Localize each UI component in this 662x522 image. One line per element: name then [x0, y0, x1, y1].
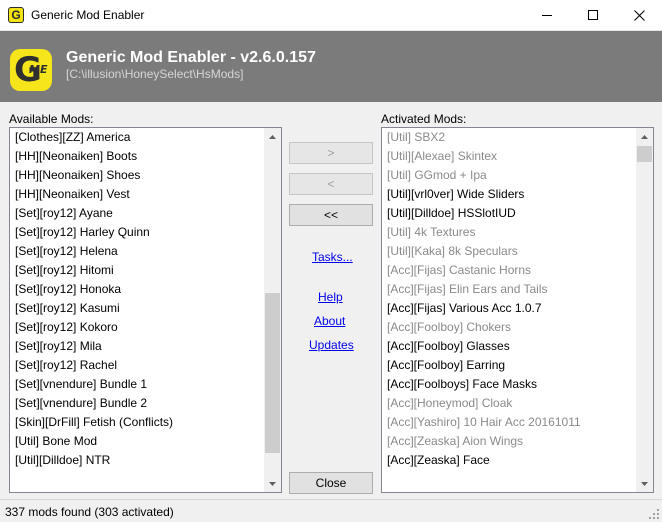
about-link[interactable]: About: [314, 314, 345, 328]
list-item[interactable]: [Set][roy12] Helena: [10, 242, 264, 261]
list-item[interactable]: [Set][roy12] Kasumi: [10, 299, 264, 318]
resize-grip-icon[interactable]: [648, 508, 660, 520]
list-item[interactable]: [Acc][Foolboys] Face Masks: [382, 375, 636, 394]
logo-sub: ME: [29, 63, 48, 76]
scroll-down-button[interactable]: [264, 475, 281, 492]
mods-path: [C:\illusion\HoneySelect\HsMods]: [66, 67, 244, 81]
list-item[interactable]: [Util][Alexae] Skintex: [382, 147, 636, 166]
updates-link[interactable]: Updates: [309, 338, 354, 352]
scroll-thumb[interactable]: [265, 293, 280, 453]
scroll-thumb[interactable]: [637, 146, 652, 162]
list-item[interactable]: [HH][Neonaiken] Vest: [10, 185, 264, 204]
list-item[interactable]: [Acc][Yashiro] 10 Hair Acc 20161011: [382, 413, 636, 432]
available-mods-label: Available Mods:: [9, 112, 94, 126]
deactivate-all-button[interactable]: <<: [289, 204, 373, 226]
chevron-down-icon: [641, 481, 648, 486]
list-item[interactable]: [Acc][Zeaska] Aion Wings: [382, 432, 636, 451]
list-item[interactable]: [Util] GGmod + Ipa: [382, 166, 636, 185]
list-item[interactable]: [Util] Bone Mod: [10, 432, 264, 451]
list-item[interactable]: [Acc][Foolboy] Glasses: [382, 337, 636, 356]
list-item[interactable]: [Util] 4k Textures: [382, 223, 636, 242]
list-item[interactable]: [Acc][Fijas] Elin Ears and Tails: [382, 280, 636, 299]
list-item[interactable]: [Set][roy12] Hitomi: [10, 261, 264, 280]
available-mods-list[interactable]: [Clothes][ZZ] America [HH][Neonaiken] Boo…: [9, 127, 282, 493]
close-icon: [633, 10, 645, 21]
list-item[interactable]: [Set][roy12] Harley Quinn: [10, 223, 264, 242]
scroll-up-button[interactable]: [636, 128, 653, 145]
help-link[interactable]: Help: [318, 290, 343, 304]
app-heading: Generic Mod Enabler - v2.6.0.157: [66, 49, 316, 66]
activated-mods-list[interactable]: [Util] SBX2 [Util][Alexae] Skintex [Util] …: [381, 127, 654, 493]
activated-mods-label: Activated Mods:: [381, 112, 467, 126]
close-button[interactable]: Close: [289, 472, 373, 494]
list-item[interactable]: [HH][Neonaiken] Boots: [10, 147, 264, 166]
close-window-button[interactable]: [616, 0, 662, 31]
list-item[interactable]: [Acc][Foolboy] Earring: [382, 356, 636, 375]
list-item[interactable]: [Util] SBX2: [382, 128, 636, 147]
maximize-icon: [587, 10, 598, 20]
deactivate-button[interactable]: <: [289, 173, 373, 195]
list-item[interactable]: [Set][vnendure] Bundle 1: [10, 375, 264, 394]
tasks-link[interactable]: Tasks...: [312, 250, 353, 264]
list-item[interactable]: [Util][Dilldoe] NTR: [10, 451, 264, 470]
app-icon: G: [8, 7, 24, 23]
list-item[interactable]: [Util][Dilldoe] HSSlotIUD: [382, 204, 636, 223]
list-item[interactable]: [Set][roy12] Honoka: [10, 280, 264, 299]
gme-logo: G ME: [10, 49, 52, 91]
list-item[interactable]: [Acc][Foolboy] Chokers: [382, 318, 636, 337]
list-item[interactable]: [Clothes][ZZ] America: [10, 128, 264, 147]
list-item[interactable]: [Acc][Fijas] Castanic Horns: [382, 261, 636, 280]
available-scrollbar[interactable]: [264, 128, 281, 492]
list-item[interactable]: [HH][Neonaiken] Shoes: [10, 166, 264, 185]
chevron-up-icon: [641, 134, 648, 139]
chevron-up-icon: [269, 134, 276, 139]
list-item[interactable]: [Set][roy12] Rachel: [10, 356, 264, 375]
minimize-icon: [541, 15, 552, 16]
status-text: 337 mods found (303 activated): [5, 505, 174, 519]
minimize-button[interactable]: [524, 0, 570, 31]
list-item[interactable]: [Acc][Zeaska] Face: [382, 451, 636, 470]
list-item[interactable]: [Util][vrl0ver] Wide Sliders: [382, 185, 636, 204]
activated-mods-rows: [Util] SBX2 [Util][Alexae] Skintex [Util] …: [382, 128, 636, 492]
list-item[interactable]: [Skin][DrFill] Fetish (Conflicts): [10, 413, 264, 432]
scroll-up-button[interactable]: [264, 128, 281, 145]
maximize-button[interactable]: [570, 0, 616, 31]
list-item[interactable]: [Set][vnendure] Bundle 2: [10, 394, 264, 413]
chevron-down-icon: [269, 481, 276, 486]
scroll-down-button[interactable]: [636, 475, 653, 492]
available-mods-rows: [Clothes][ZZ] America [HH][Neonaiken] Boo…: [10, 128, 264, 492]
list-item[interactable]: [Set][roy12] Mila: [10, 337, 264, 356]
activated-scrollbar[interactable]: [636, 128, 653, 492]
title-bar: G Generic Mod Enabler: [0, 0, 662, 31]
activate-button[interactable]: >: [289, 142, 373, 164]
list-item[interactable]: [Set][roy12] Ayane: [10, 204, 264, 223]
window-title: Generic Mod Enabler: [31, 8, 145, 22]
list-item[interactable]: [Acc][Fijas] Various Acc 1.0.7: [382, 299, 636, 318]
list-item[interactable]: [Util][Kaka] 8k Speculars: [382, 242, 636, 261]
list-item[interactable]: [Set][roy12] Kokoro: [10, 318, 264, 337]
list-item[interactable]: [Acc][Honeymod] Cloak: [382, 394, 636, 413]
status-bar: 337 mods found (303 activated): [0, 499, 662, 522]
